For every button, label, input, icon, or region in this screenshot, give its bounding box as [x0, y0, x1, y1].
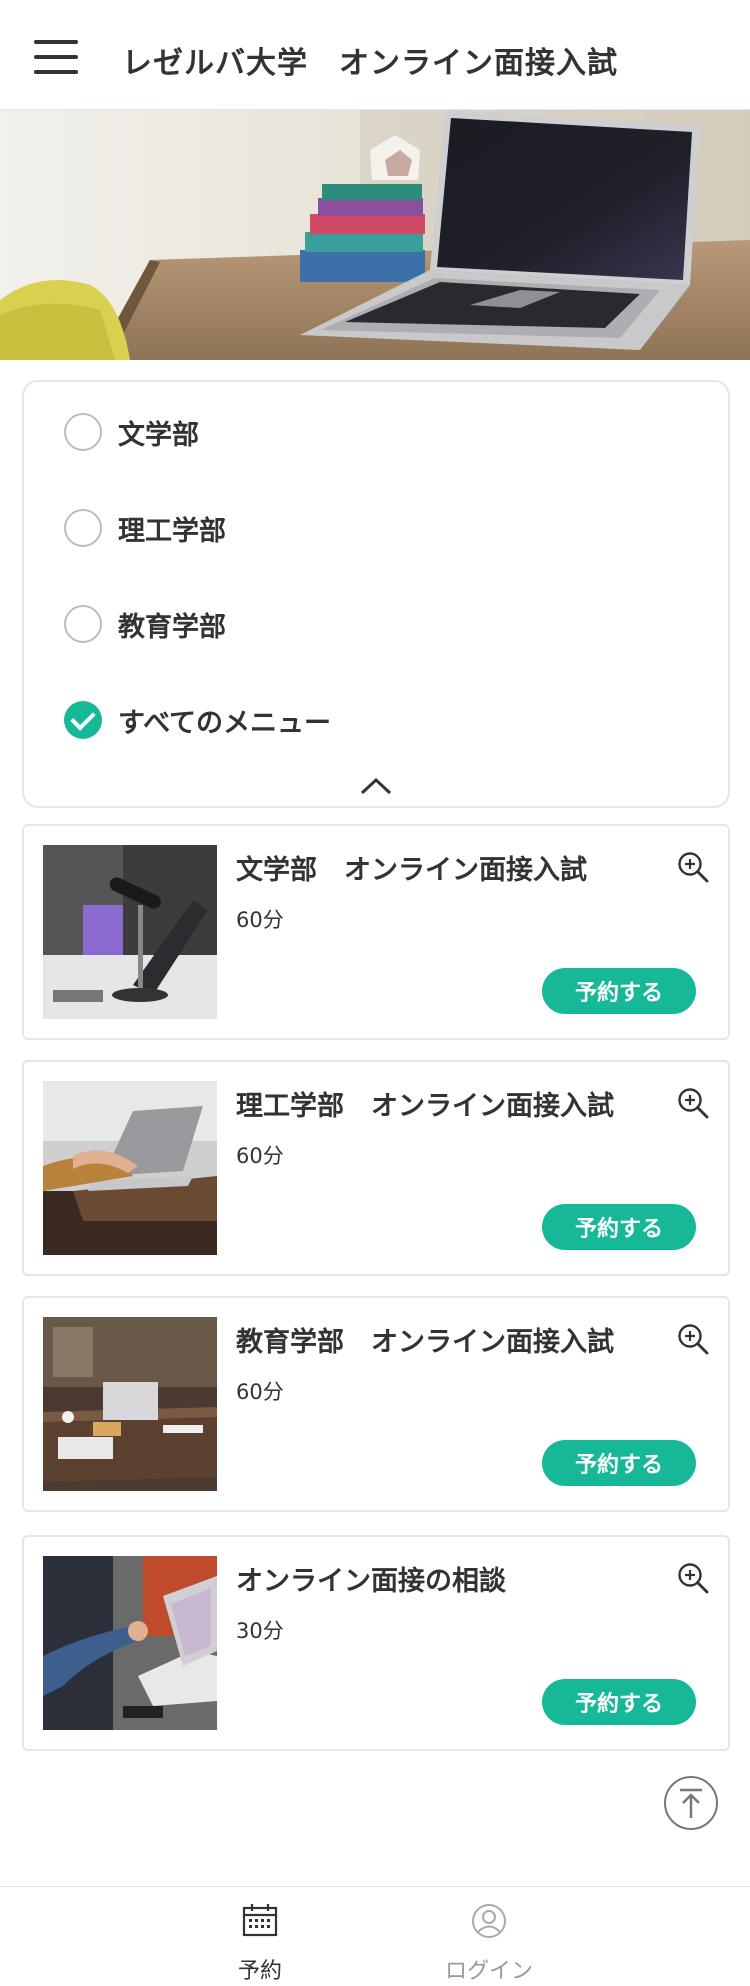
calendar-icon	[242, 1904, 278, 1937]
chevron-up-icon[interactable]	[356, 774, 396, 798]
service-thumbnail	[43, 1317, 217, 1491]
service-title: 理工学部 オンライン面接入試	[236, 1091, 614, 1122]
reserve-button[interactable]: 予約する	[542, 1679, 696, 1725]
user-icon	[472, 1904, 506, 1938]
nav-label-login: ログイン	[444, 1959, 533, 1984]
category-option-literature[interactable]: 文学部	[64, 412, 199, 452]
service-thumbnail	[43, 1556, 217, 1730]
radio-button[interactable]	[64, 413, 102, 451]
service-title: 文学部 オンライン面接入試	[236, 855, 587, 886]
zoom-in-icon[interactable]	[676, 1561, 710, 1595]
service-thumbnail	[43, 1081, 217, 1255]
category-label: 教育学部	[118, 611, 226, 643]
category-label: 文学部	[118, 419, 199, 451]
app-header: レゼルバ大学 オンライン面接入試	[0, 0, 750, 110]
service-title: オンライン面接の相談	[236, 1566, 506, 1597]
nav-item-login[interactable]: ログイン	[429, 1903, 549, 1984]
radio-button[interactable]	[64, 605, 102, 643]
arrow-up-icon[interactable]	[663, 1775, 719, 1831]
category-label: すべてのメニュー	[118, 707, 332, 739]
service-duration: 60分	[236, 1144, 284, 1168]
category-filter-panel: 文学部 理工学部 教育学部 すべてのメニュー	[22, 380, 730, 808]
hamburger-icon[interactable]	[34, 40, 78, 74]
service-card: 教育学部 オンライン面接入試 60分 予約する	[22, 1296, 730, 1512]
zoom-in-icon[interactable]	[676, 1086, 710, 1120]
service-duration: 60分	[236, 1380, 284, 1404]
category-option-all-menus[interactable]: すべてのメニュー	[64, 700, 331, 740]
service-duration: 60分	[236, 908, 284, 932]
radio-button[interactable]	[64, 509, 102, 547]
category-option-science-engineering[interactable]: 理工学部	[64, 508, 226, 548]
reserve-button[interactable]: 予約する	[542, 968, 696, 1014]
zoom-in-icon[interactable]	[676, 1322, 710, 1356]
zoom-in-icon[interactable]	[676, 850, 710, 884]
reserve-button[interactable]: 予約する	[542, 1204, 696, 1250]
category-option-education[interactable]: 教育学部	[64, 604, 226, 644]
service-duration: 30分	[236, 1619, 284, 1643]
service-card: オンライン面接の相談 30分 予約する	[22, 1535, 730, 1751]
nav-label-reserve: 予約	[237, 1959, 282, 1984]
reserve-button[interactable]: 予約する	[542, 1440, 696, 1486]
nav-item-reserve[interactable]: 予約	[200, 1903, 320, 1984]
service-thumbnail	[43, 845, 217, 1019]
service-card: 理工学部 オンライン面接入試 60分 予約する	[22, 1060, 730, 1276]
category-label: 理工学部	[118, 515, 226, 547]
site-title: レゼルバ大学 オンライン面接入試	[122, 46, 618, 81]
hero-image	[0, 110, 750, 360]
service-card: 文学部 オンライン面接入試 60分 予約する	[22, 824, 730, 1040]
bottom-navigation: 予約 ログイン	[0, 1886, 750, 1986]
service-title: 教育学部 オンライン面接入試	[236, 1327, 614, 1358]
check-icon[interactable]	[64, 701, 102, 739]
